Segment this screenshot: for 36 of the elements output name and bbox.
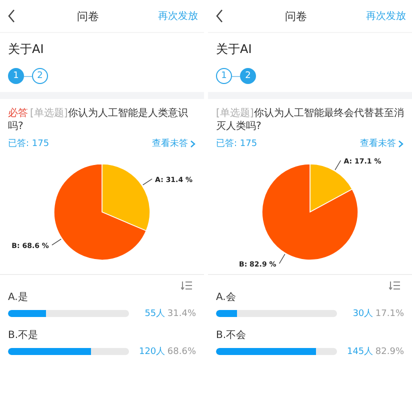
option-label: A.是 — [8, 291, 29, 304]
step-tab[interactable]: 1 — [8, 68, 24, 84]
page-title: 问卷 — [77, 8, 99, 24]
sort-icon[interactable] — [389, 281, 400, 290]
step-tab[interactable]: 2 — [32, 68, 48, 84]
survey-title: 关于AI — [215, 41, 253, 58]
option-label: B.不是 — [8, 329, 40, 342]
view-unanswered-link[interactable]: 查看未答 — [360, 137, 404, 150]
vote-count: 55人 — [144, 308, 166, 320]
survey-title: 关于AI — [7, 41, 45, 58]
vote-percent: 17.1% — [374, 308, 404, 318]
option-label: B.不会 — [216, 329, 248, 342]
leader-line — [278, 254, 286, 264]
reissue-link[interactable]: 再次发放 — [158, 9, 198, 23]
step-tab[interactable]: 2 — [240, 68, 256, 84]
chevron-icon — [398, 140, 404, 148]
vote-percent: 68.6% — [166, 346, 196, 356]
vote-count: 120人 — [138, 346, 166, 358]
answered-count: 已答: 175 — [216, 138, 258, 150]
question-text: 必答 [单选题]你认为人工智能是人类意识吗? — [7, 106, 189, 134]
chevron-icon — [190, 140, 196, 148]
vote-count: 145人 — [346, 346, 374, 358]
leader-line — [52, 238, 62, 246]
page-title: 问卷 — [285, 8, 307, 24]
option-label: A.会 — [216, 291, 237, 304]
reissue-link[interactable]: 再次发放 — [366, 9, 406, 23]
vote-percent: 31.4% — [166, 308, 196, 318]
vote-count: 30人 — [352, 308, 374, 320]
view-unanswered-link[interactable]: 查看未答 — [152, 137, 196, 150]
answered-count: 已答: 175 — [8, 138, 50, 150]
vote-percent: 82.9% — [374, 346, 404, 356]
step-tab[interactable]: 1 — [216, 68, 232, 84]
leader-line — [334, 160, 342, 170]
sort-icon[interactable] — [181, 281, 192, 290]
leader-line — [142, 178, 152, 186]
question-text: [单选题]你认为人工智能最终会代替甚至消灭人类吗? — [215, 106, 405, 134]
